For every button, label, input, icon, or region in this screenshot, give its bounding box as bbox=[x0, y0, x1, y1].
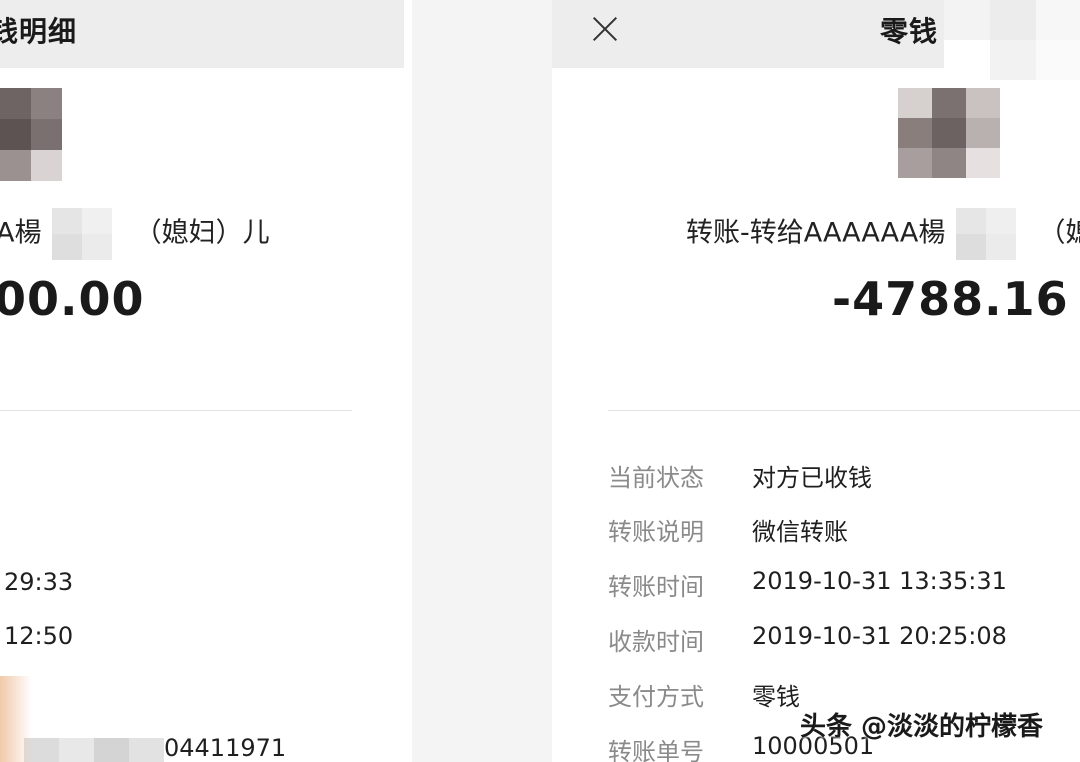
left-name-blur bbox=[52, 208, 113, 260]
receive-time-label: 收款时间 bbox=[608, 628, 704, 656]
note-value: 微信转账 bbox=[752, 518, 848, 546]
right-party-suffix: （媳 bbox=[1038, 217, 1080, 249]
right-divider bbox=[608, 410, 1080, 411]
left-value-3-text: 04411971 bbox=[164, 734, 287, 762]
left-value-3: 04411971 bbox=[164, 734, 286, 762]
transfer-time-value: 2019-10-31 13:35:31 bbox=[752, 567, 1007, 595]
right-party-prefix: 转账-转给AAAAAA楊 bbox=[686, 217, 946, 249]
right-avatar bbox=[898, 88, 1000, 178]
status-label: 当前状态 bbox=[608, 464, 704, 492]
right-transaction-panel: 零钱 转账-转给AAAAAA楊 （媳 -4788.16 当前状态 对方已收钱 转… bbox=[552, 0, 1080, 762]
left-header-title: 钱明细 bbox=[0, 15, 78, 48]
left-party-prefix: A楊 bbox=[0, 217, 42, 249]
note-label: 转账说明 bbox=[608, 518, 704, 546]
watermark: 头条 @淡淡的柠檬香 bbox=[800, 712, 1044, 742]
left-party-suffix: （媳妇）儿 bbox=[134, 217, 270, 249]
left-counterparty: A楊 （媳妇）儿 bbox=[0, 208, 270, 260]
right-header-blur bbox=[944, 0, 1080, 80]
left-value-1: 29:33 bbox=[4, 568, 74, 596]
right-amount: -4788.16 bbox=[832, 272, 1069, 326]
receive-time-value: 2019-10-31 20:25:08 bbox=[752, 622, 1007, 650]
left-header: 钱明细 bbox=[0, 0, 404, 68]
right-name-blur bbox=[955, 208, 1016, 260]
left-number-blur bbox=[24, 738, 164, 762]
right-header: 零钱 bbox=[552, 0, 944, 68]
right-header-title: 零钱 bbox=[880, 15, 939, 48]
glare-decoration bbox=[0, 676, 32, 762]
left-avatar bbox=[0, 88, 62, 181]
payment-method-label: 支付方式 bbox=[608, 683, 704, 711]
left-value-2: 12:50 bbox=[4, 622, 74, 650]
left-transaction-panel: 钱明细 A楊 （媳妇）儿 00.00 29:33 12:50 04411971 bbox=[0, 0, 412, 762]
transfer-time-label: 转账时间 bbox=[608, 573, 704, 601]
close-icon[interactable] bbox=[588, 12, 622, 46]
left-divider bbox=[0, 410, 352, 411]
transfer-id-label: 转账单号 bbox=[608, 738, 704, 762]
payment-method-value: 零钱 bbox=[752, 683, 800, 711]
right-counterparty: 转账-转给AAAAAA楊 （媳 bbox=[686, 208, 1080, 260]
left-amount: 00.00 bbox=[0, 272, 145, 326]
status-value: 对方已收钱 bbox=[752, 464, 872, 492]
